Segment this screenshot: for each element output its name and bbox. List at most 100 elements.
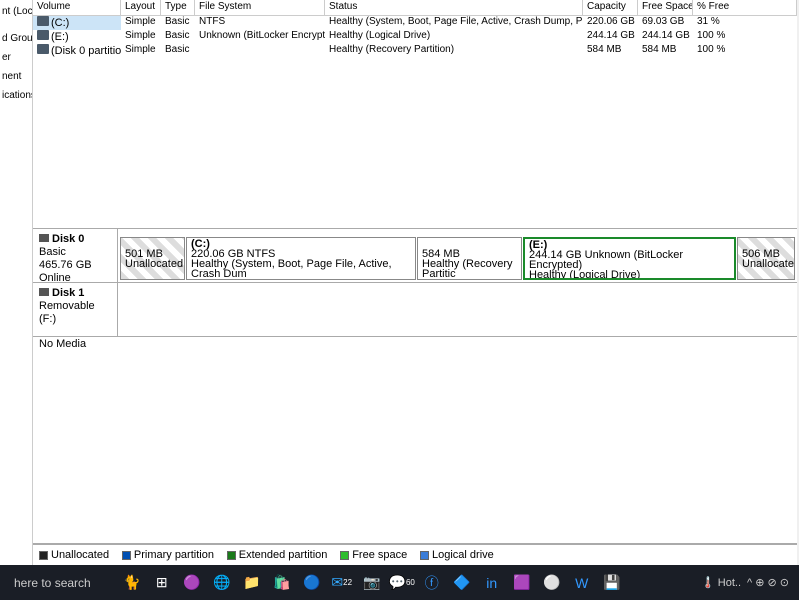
- tray-icons[interactable]: ^ ⊕ ⊘ ⊙: [747, 576, 789, 589]
- mail-icon[interactable]: ✉22: [331, 572, 353, 594]
- cell-pct: 100 %: [693, 44, 797, 58]
- col-pctfree[interactable]: % Free: [693, 0, 797, 15]
- col-volume[interactable]: Volume: [33, 0, 121, 15]
- disk-icon: [39, 288, 49, 296]
- cell-free: 244.14 GB: [638, 30, 693, 44]
- partition-unallocated[interactable]: 501 MB Unallocated: [120, 237, 185, 280]
- facebook-icon[interactable]: ⓕ: [421, 572, 443, 594]
- sidebar-item[interactable]: er: [0, 48, 32, 67]
- cell-pct: 100 %: [693, 30, 797, 44]
- col-status[interactable]: Status: [325, 0, 583, 15]
- legend-free: Free space: [340, 549, 407, 561]
- search-input[interactable]: here to search: [4, 576, 101, 590]
- diskmgmt-icon[interactable]: 💾: [601, 572, 623, 594]
- part-status: Healthy (Logical Drive): [529, 269, 640, 280]
- partition-recovery[interactable]: 584 MB Healthy (Recovery Partitic: [417, 237, 522, 280]
- taskbar-icons: 🐈 ⊞ 🟣 🌐 📁 🛍️ 🔵 ✉22 📷 💬60 ⓕ 🔷 in 🟪 ⚪ W 💾: [121, 572, 623, 594]
- sidebar-item[interactable]: nent: [0, 67, 32, 86]
- legend-primary: Primary partition: [122, 549, 214, 561]
- cell-free: 69.03 GB: [638, 16, 693, 30]
- cell-type: Basic: [161, 30, 195, 44]
- partition-e[interactable]: (E:) 244.14 GB Unknown (BitLocker Encryp…: [523, 237, 736, 280]
- sidebar-item[interactable]: nt (Local): [0, 2, 32, 21]
- disk-name: Disk 0: [52, 233, 84, 245]
- cell-pct: 31 %: [693, 16, 797, 30]
- cell-type: Basic: [161, 44, 195, 58]
- cell-layout: Simple: [121, 30, 161, 44]
- disk-management-window: nt (Local) d Groups er nent ications Vol…: [0, 0, 799, 565]
- cell-fs: Unknown (BitLocker Encrypted): [195, 30, 325, 44]
- disk0-row: Disk 0 Basic 465.76 GB Online 501 MB Una…: [33, 229, 797, 283]
- legend-extended: Extended partition: [227, 549, 328, 561]
- col-filesystem[interactable]: File System: [195, 0, 325, 15]
- col-type[interactable]: Type: [161, 0, 195, 15]
- part-status: Unallocated: [125, 258, 183, 270]
- tree-sidebar[interactable]: nt (Local) d Groups er nent ications: [0, 0, 33, 565]
- disk0-partition-strip: 501 MB Unallocated (C:) 220.06 GB NTFS H…: [118, 229, 797, 282]
- partition-c[interactable]: (C:) 220.06 GB NTFS Healthy (System, Boo…: [186, 237, 416, 280]
- disk1-partition-strip: [118, 283, 797, 336]
- sidebar-item[interactable]: d Groups: [0, 29, 32, 48]
- store-icon[interactable]: 🛍️: [271, 572, 293, 594]
- task-view-icon[interactable]: ⊞: [151, 572, 173, 594]
- sidebar-item[interactable]: [0, 21, 32, 29]
- cell-status: Healthy (System, Boot, Page File, Active…: [325, 16, 583, 30]
- disk-size: 465.76 GB: [39, 259, 92, 271]
- legend-logical: Logical drive: [420, 549, 494, 561]
- volume-name: (Disk 0 partition 2): [51, 45, 121, 57]
- disk-type: Removable (F:): [39, 300, 95, 325]
- volume-icon: [37, 30, 49, 40]
- word-icon[interactable]: W: [571, 572, 593, 594]
- col-capacity[interactable]: Capacity: [583, 0, 638, 15]
- volume-row[interactable]: (C:) Simple Basic NTFS Healthy (System, …: [33, 16, 797, 30]
- cell-fs: [195, 44, 325, 58]
- instagram-icon[interactable]: 📷: [361, 572, 383, 594]
- whatsapp-icon[interactable]: 💬60: [391, 572, 413, 594]
- copilot-icon[interactable]: 🟣: [181, 572, 203, 594]
- app3-icon[interactable]: ⚪: [541, 572, 563, 594]
- volume-row[interactable]: (E:) Simple Basic Unknown (BitLocker Enc…: [33, 30, 797, 44]
- disk1-label[interactable]: Disk 1 Removable (F:) No Media: [33, 283, 118, 336]
- disk-type: Basic: [39, 246, 66, 258]
- disk-name: Disk 1: [52, 287, 84, 299]
- app-icon[interactable]: 🔷: [451, 572, 473, 594]
- weather-widget[interactable]: 🌡️ Hot..: [701, 576, 741, 589]
- disk1-row: Disk 1 Removable (F:) No Media: [33, 283, 797, 337]
- main-panel: Volume Layout Type File System Status Ca…: [33, 0, 797, 565]
- cell-type: Basic: [161, 16, 195, 30]
- volume-row[interactable]: (Disk 0 partition 2) Simple Basic Health…: [33, 44, 797, 58]
- explorer-icon[interactable]: 📁: [241, 572, 263, 594]
- part-status: Healthy (Recovery Partitic: [422, 258, 512, 280]
- col-layout[interactable]: Layout: [121, 0, 161, 15]
- disk-icon: [39, 234, 49, 242]
- partition-unallocated-2[interactable]: 506 MB Unallocated: [737, 237, 795, 280]
- legend-unallocated: Unallocated: [39, 549, 109, 561]
- volume-icon: [37, 16, 49, 26]
- cell-capacity: 244.14 GB: [583, 30, 638, 44]
- cell-layout: Simple: [121, 16, 161, 30]
- cat-icon[interactable]: 🐈: [121, 572, 143, 594]
- cell-free: 584 MB: [638, 44, 693, 58]
- cell-layout: Simple: [121, 44, 161, 58]
- linkedin-icon[interactable]: in: [481, 572, 503, 594]
- cell-fs: NTFS: [195, 16, 325, 30]
- volume-table-body: (C:) Simple Basic NTFS Healthy (System, …: [33, 16, 797, 58]
- taskbar[interactable]: here to search 🐈 ⊞ 🟣 🌐 📁 🛍️ 🔵 ✉22 📷 💬60 …: [0, 565, 799, 600]
- volume-name: (E:): [51, 31, 69, 43]
- chrome-icon[interactable]: 🔵: [301, 572, 323, 594]
- part-status: Healthy (System, Boot, Page File, Active…: [191, 258, 392, 280]
- cell-capacity: 584 MB: [583, 44, 638, 58]
- col-freespace[interactable]: Free Space: [638, 0, 693, 15]
- app2-icon[interactable]: 🟪: [511, 572, 533, 594]
- part-size: 244.14 GB Unknown (BitLocker Encrypted): [529, 249, 683, 271]
- volume-name: (C:): [51, 17, 69, 29]
- volume-table-header: Volume Layout Type File System Status Ca…: [33, 0, 797, 16]
- disk0-label[interactable]: Disk 0 Basic 465.76 GB Online: [33, 229, 118, 282]
- legend: Unallocated Primary partition Extended p…: [33, 544, 797, 565]
- edge-icon[interactable]: 🌐: [211, 572, 233, 594]
- system-tray[interactable]: 🌡️ Hot.. ^ ⊕ ⊘ ⊙: [701, 576, 795, 589]
- disk-state: No Media: [39, 338, 86, 350]
- sidebar-item[interactable]: ications: [0, 86, 32, 105]
- part-status: Unallocated: [742, 258, 795, 270]
- cell-status: Healthy (Logical Drive): [325, 30, 583, 44]
